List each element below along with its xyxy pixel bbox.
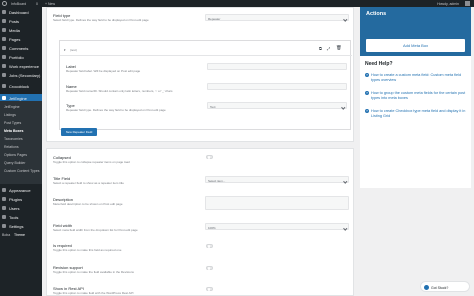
howdy-user[interactable]: Howdy, admin xyxy=(437,2,459,6)
sidebar-item-media[interactable]: Media xyxy=(0,26,42,33)
type-select[interactable]: Text xyxy=(207,102,347,109)
description-textarea[interactable] xyxy=(205,196,349,210)
question-icon: ? xyxy=(365,73,369,77)
help-panel: Need Help? ? How to create a custom meta… xyxy=(360,56,471,188)
users-icon xyxy=(2,205,6,210)
briefcase-icon xyxy=(2,63,6,68)
collapsed-toggle[interactable] xyxy=(206,155,213,159)
submenu-taxonomies[interactable]: Taxonomies xyxy=(4,137,23,141)
settings-icon xyxy=(2,223,6,228)
sidebar-item-jobs[interactable]: Jobs (Secondary) xyxy=(0,71,42,78)
sidebar-item-settings[interactable]: Settings xyxy=(0,222,42,229)
sidebar-item-crocoblock[interactable]: Crocoblock xyxy=(0,82,42,89)
submenu-custom-content-types[interactable]: Custom Content Types xyxy=(4,169,40,173)
sidebar-item-posts[interactable]: Posts xyxy=(0,17,42,24)
submenu-query-builder[interactable]: Query Builder xyxy=(4,161,25,165)
comment-icon xyxy=(2,45,6,50)
field-width-desc: Select meta field width from the dropdow… xyxy=(53,228,138,232)
sidebar-item-tools[interactable]: Tools xyxy=(0,213,42,220)
sidebar-item-comments[interactable]: Comments xyxy=(0,44,42,51)
label-input[interactable] xyxy=(207,63,347,70)
help-chat-icon xyxy=(424,285,429,290)
tools-icon xyxy=(2,214,6,219)
title-field-desc: Select a repeater field to show as a rep… xyxy=(53,181,124,185)
expand-icon[interactable]: ⤢ xyxy=(327,46,330,51)
rest-api-desc: Toggle this option to make field with th… xyxy=(53,291,134,295)
submenu-listings[interactable]: Listings xyxy=(4,113,16,117)
repeater-item-title: (text) xyxy=(70,48,77,52)
sidebar-item-users[interactable]: Users xyxy=(0,204,42,211)
description-desc: Meta field description to be shown on Po… xyxy=(53,202,123,206)
submenu-options-pages[interactable]: Options Pages xyxy=(4,153,27,157)
comments-count[interactable]: 0 xyxy=(36,2,38,6)
collapsed-desc: Toggle this option to collapse repeater … xyxy=(53,160,130,164)
field-type-desc: Select field type. Defines the way field… xyxy=(53,18,149,22)
is-required-toggle[interactable] xyxy=(206,244,213,248)
add-meta-box-button[interactable]: Add Meta Box xyxy=(366,39,465,52)
submenu-meta-boxes[interactable]: Meta Boxes xyxy=(4,129,23,133)
jobs-icon xyxy=(2,72,6,77)
sidebar-item-dashboard[interactable]: Dashboard xyxy=(0,8,42,15)
got-stuck-button[interactable]: Got Stuck? xyxy=(420,281,470,292)
is-required-desc: Toggle this option to make this field as… xyxy=(53,248,122,252)
submenu-jetengine[interactable]: JetEngine xyxy=(4,105,20,109)
collapse-arrow-icon[interactable]: ▾ xyxy=(64,48,66,52)
revision-support-toggle[interactable] xyxy=(206,266,213,270)
appearance-icon xyxy=(2,187,6,192)
sidebar-item-jetengine[interactable]: JetEngine xyxy=(0,94,42,101)
field-width-select[interactable]: 100% xyxy=(205,223,349,230)
crocoblock-icon xyxy=(2,83,6,88)
help-title: Need Help? xyxy=(365,61,393,67)
rest-api-toggle[interactable] xyxy=(206,287,213,291)
field-type-select[interactable]: Repeater xyxy=(205,14,349,21)
media-icon xyxy=(2,27,6,32)
label-field-desc: Repeater field label. Will be displayed … xyxy=(66,69,141,73)
sidebar-item-pages[interactable]: Pages xyxy=(0,35,42,42)
name-field-desc: Repeater field name/ID. Should contain o… xyxy=(66,89,173,93)
settings-card: Collapsed Toggle this option to collapse… xyxy=(46,148,354,296)
portfolio-icon xyxy=(2,54,6,59)
pin-icon xyxy=(2,18,6,23)
type-field-desc: Repeater field type. Defines the way fie… xyxy=(66,108,166,112)
admin-sidebar: Dashboard Posts Media Pages Comments Por… xyxy=(0,7,42,296)
copy-icon[interactable]: ⧉ xyxy=(319,46,322,51)
theme-switch[interactable]: Boba Theme xyxy=(0,232,42,238)
sidebar-item-plugins[interactable]: Plugins xyxy=(0,195,42,202)
submenu-relations[interactable]: Relations xyxy=(4,145,19,149)
trash-icon[interactable]: 🗑 xyxy=(336,45,342,51)
sidebar-item-appearance[interactable]: Appearance xyxy=(0,186,42,193)
field-card: Field type Select field type. Defines th… xyxy=(46,7,354,142)
title-field-select[interactable]: Select item... xyxy=(205,176,349,183)
repeater-item: ▾ (text) ⧉ ⤢ 🗑 Label Repeater field labe… xyxy=(59,40,352,130)
dashboard-icon xyxy=(2,9,6,14)
submenu-post-types[interactable]: Post Types xyxy=(4,121,21,125)
jetengine-submenu: JetEngine Listings Post Types Meta Boxes… xyxy=(0,101,42,184)
wordpress-logo-icon[interactable] xyxy=(2,1,7,6)
new-repeater-field-button[interactable]: New Repeater Field xyxy=(61,128,97,136)
avatar[interactable] xyxy=(465,1,470,6)
new-content-link[interactable]: + New xyxy=(45,2,55,6)
question-icon: ? xyxy=(365,109,369,113)
site-name-link[interactable]: InfoBoard xyxy=(11,2,26,6)
name-input[interactable] xyxy=(207,83,347,90)
admin-bar: InfoBoard 0 + New Howdy, admin xyxy=(0,0,474,7)
sidebar-item-work-experience[interactable]: Work experience xyxy=(0,62,42,69)
jetengine-icon xyxy=(2,95,6,100)
actions-panel: Actions Add Meta Box xyxy=(360,7,471,56)
actions-title: Actions xyxy=(366,11,387,17)
revision-support-desc: Toggle this option to make the field ava… xyxy=(53,270,134,274)
question-icon: ? xyxy=(365,91,369,95)
plugin-icon xyxy=(2,196,6,201)
divider xyxy=(60,55,352,56)
sidebar-item-portfolio[interactable]: Portfolio xyxy=(0,53,42,60)
page-icon xyxy=(2,36,6,41)
